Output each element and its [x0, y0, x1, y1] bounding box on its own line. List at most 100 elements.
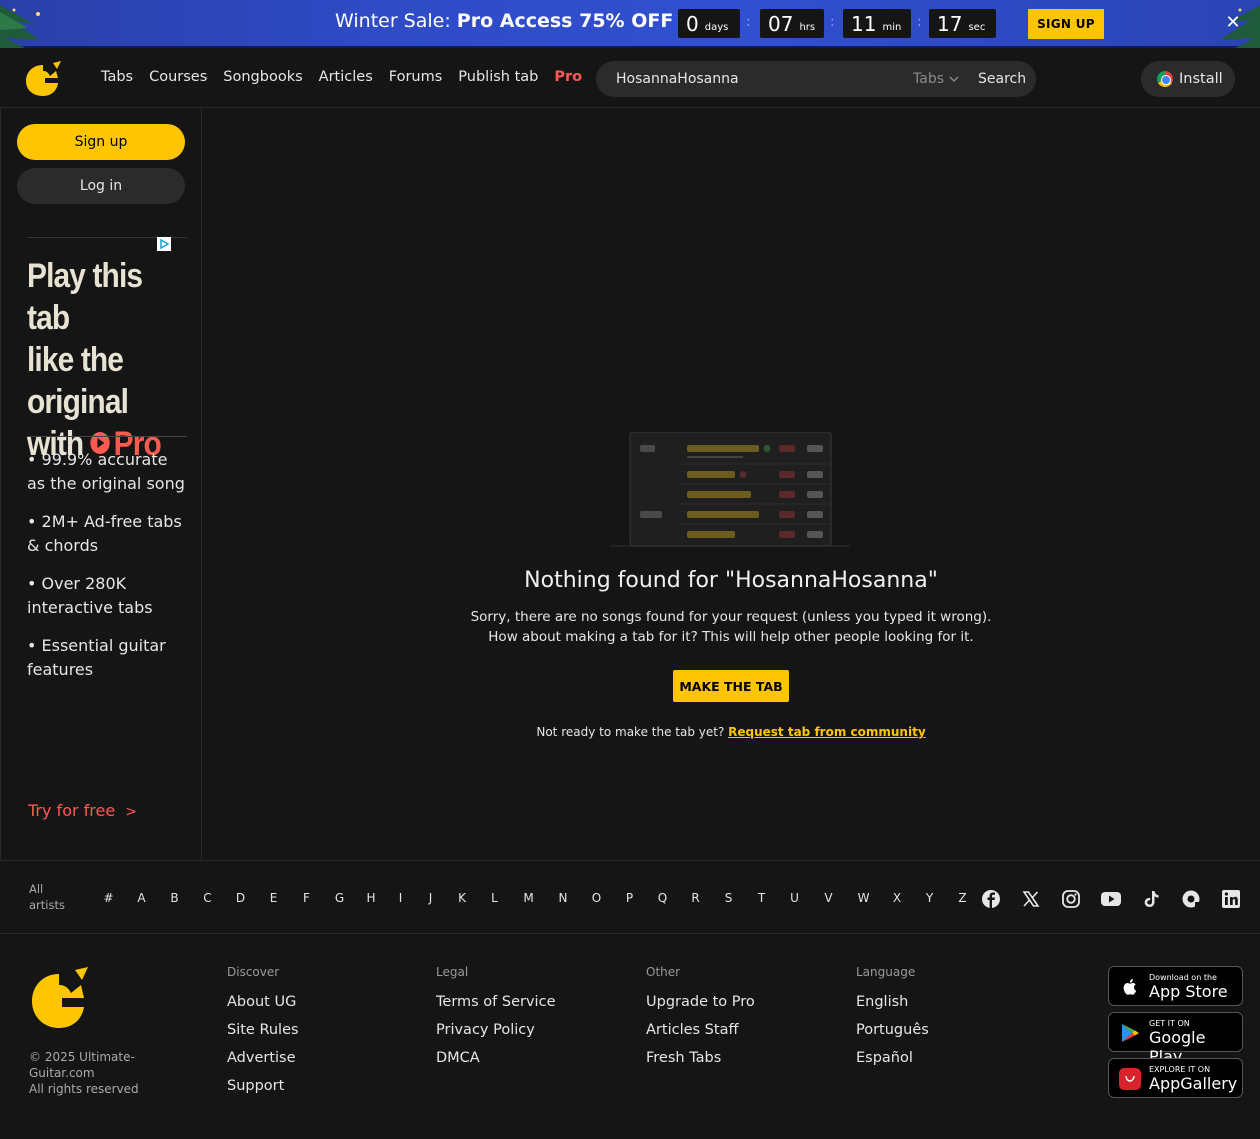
alphabet-letter[interactable]: L: [478, 891, 511, 905]
alphabet-letter[interactable]: S: [712, 891, 745, 905]
chevron-down-icon[interactable]: [948, 71, 960, 87]
not-found-title: Nothing found for "HosannaHosanna": [524, 568, 938, 593]
alphabet-letter[interactable]: Q: [646, 891, 679, 905]
alphabet-letter[interactable]: I: [386, 891, 415, 905]
youtube-icon[interactable]: [1100, 888, 1122, 910]
alphabet-letter[interactable]: Z: [946, 891, 979, 905]
ad-feature: • Essential guitar features: [27, 636, 166, 679]
timer-seconds-unit: sec: [968, 22, 986, 33]
alphabet-letter[interactable]: P: [613, 891, 646, 905]
timer-minutes-unit: min: [882, 22, 902, 33]
store-caption: Download on the: [1149, 973, 1217, 982]
footer-link[interactable]: Support: [227, 1077, 299, 1095]
instagram-icon[interactable]: [1060, 888, 1082, 910]
app-store-badge[interactable]: Download on the App Store: [1108, 966, 1243, 1006]
footer-link[interactable]: Upgrade to Pro: [646, 993, 755, 1011]
site-header: Tabs Courses Songbooks Articles Forums P…: [0, 50, 1260, 108]
footer-link[interactable]: Advertise: [227, 1049, 299, 1067]
alphabet-letter[interactable]: U: [778, 891, 811, 905]
try-for-free-label: Try for free: [28, 801, 116, 820]
app-gallery-badge[interactable]: EXPLORE IT ON AppGallery: [1108, 1058, 1243, 1098]
alphabet-letter[interactable]: A: [125, 891, 158, 905]
google-play-badge[interactable]: GET IT ON Google Play: [1108, 1012, 1243, 1066]
ad-feature: • 2M+ Ad-free tabs & chords: [27, 512, 182, 555]
store-name: AppGallery: [1149, 1074, 1238, 1093]
footer-heading: Legal: [436, 965, 469, 979]
alphabet-letter[interactable]: W: [846, 891, 881, 905]
apple-icon: [1123, 979, 1137, 995]
linkedin-icon[interactable]: [1220, 888, 1242, 910]
tiktok-icon[interactable]: [1140, 888, 1162, 910]
login-button[interactable]: Log in: [17, 168, 185, 204]
footer-heading: Other: [646, 965, 681, 979]
timer-seconds-value: 17: [937, 11, 963, 36]
footer-link[interactable]: Fresh Tabs: [646, 1049, 755, 1067]
alphabet-letter[interactable]: C: [191, 891, 224, 905]
footer-link[interactable]: About UG: [227, 993, 299, 1011]
language-option[interactable]: Español: [856, 1049, 929, 1067]
store-caption: GET IT ON: [1149, 1019, 1190, 1028]
alphabet-letter[interactable]: K: [446, 891, 478, 905]
ad-separator: [27, 436, 187, 437]
artist-alphabet-bar: All artists # A B C D E F G H I J K L M N O P Q R S T U V W X Y Z: [0, 860, 1260, 934]
timer-hours-unit: hrs: [799, 22, 816, 33]
footer-link[interactable]: DMCA: [436, 1049, 555, 1067]
footer-heading: Discover: [227, 965, 280, 979]
nav-forums[interactable]: Forums: [389, 69, 443, 85]
alphabet-letter[interactable]: H: [356, 891, 386, 905]
alphabet-letter[interactable]: G: [323, 891, 356, 905]
search-button[interactable]: Search: [978, 71, 1026, 87]
alphabet-letter[interactable]: M: [511, 891, 546, 905]
footer-link[interactable]: Terms of Service: [436, 993, 555, 1011]
alphabet-letter[interactable]: E: [257, 891, 290, 905]
nav-pro[interactable]: Pro: [554, 69, 582, 85]
request-tab-link[interactable]: Request tab from community: [728, 725, 926, 739]
sidebar: Sign up Log in Play this tab like the or…: [0, 108, 202, 860]
google-play-icon: [1122, 1024, 1139, 1042]
threads-icon[interactable]: [1180, 888, 1202, 910]
huawei-appgallery-icon: [1119, 1068, 1141, 1090]
make-the-tab-button[interactable]: MAKE THE TAB: [673, 670, 789, 702]
nav-publish-tab[interactable]: Publish tab: [458, 69, 538, 85]
try-for-free-link[interactable]: Try for free >: [28, 801, 137, 820]
nav-articles[interactable]: Articles: [319, 69, 373, 85]
close-icon[interactable]: ✕: [1223, 13, 1243, 33]
language-option[interactable]: Português: [856, 1021, 929, 1039]
footer-link[interactable]: Privacy Policy: [436, 1021, 555, 1039]
alphabet-letter[interactable]: X: [881, 891, 913, 905]
timer-colon: :: [917, 14, 922, 30]
search-input[interactable]: [616, 61, 896, 97]
timer-hours-value: 07: [768, 11, 794, 36]
x-icon[interactable]: [1020, 888, 1042, 910]
footer-link[interactable]: Site Rules: [227, 1021, 299, 1039]
alphabet-letter[interactable]: O: [580, 891, 613, 905]
nav-courses[interactable]: Courses: [149, 69, 207, 85]
alphabet-letter[interactable]: N: [546, 891, 580, 905]
nav-tabs[interactable]: Tabs: [101, 69, 133, 85]
signup-button[interactable]: Sign up: [17, 124, 185, 160]
alphabet-letter[interactable]: T: [745, 891, 778, 905]
ug-logo[interactable]: [23, 59, 63, 99]
all-artists-link[interactable]: All artists: [29, 881, 65, 913]
alphabet-letter[interactable]: Y: [913, 891, 946, 905]
alphabet-letter[interactable]: J: [415, 891, 446, 905]
ug-logo[interactable]: [28, 966, 90, 1032]
promo-signup-button[interactable]: SIGN UP: [1028, 9, 1104, 39]
alphabet-letter[interactable]: R: [679, 891, 712, 905]
alphabet-letter[interactable]: V: [811, 891, 846, 905]
search-type-select[interactable]: Tabs: [913, 71, 944, 87]
facebook-icon[interactable]: [980, 888, 1002, 910]
nav-songbooks[interactable]: Songbooks: [223, 69, 302, 85]
alphabet-letter[interactable]: #: [92, 891, 125, 905]
alphabet-letter[interactable]: F: [290, 891, 323, 905]
social-links: [980, 888, 1260, 910]
adchoices-icon[interactable]: [157, 237, 171, 251]
install-button[interactable]: Install: [1141, 61, 1235, 97]
footer-link[interactable]: Articles Staff: [646, 1021, 755, 1039]
install-label: Install: [1179, 71, 1223, 87]
language-option[interactable]: English: [856, 993, 929, 1011]
alphabet-letter[interactable]: B: [158, 891, 191, 905]
site-footer: © 2025 Ultimate-Guitar.com All rights re…: [0, 934, 1260, 1139]
not-found-line: Sorry, there are no songs found for your…: [470, 609, 992, 625]
alphabet-letter[interactable]: D: [224, 891, 257, 905]
